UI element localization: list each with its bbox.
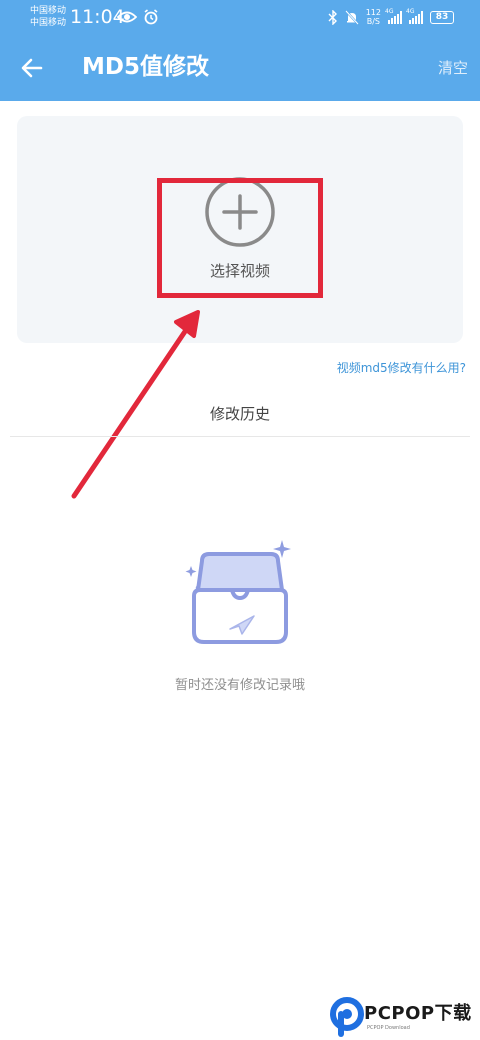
empty-inbox-icon (185, 540, 291, 644)
watermark-sub: PCPOP Download (367, 1025, 410, 1031)
annotation-arrow (71, 310, 200, 499)
watermark-brand: PCPOP下载 (364, 1003, 472, 1024)
history-title: 修改历史 (209, 405, 270, 423)
md5-help-link[interactable]: 视频md5修改有什么用? (337, 359, 466, 377)
history-divider (10, 436, 470, 437)
empty-history-text: 暂时还没有修改记录哦 (174, 678, 305, 693)
